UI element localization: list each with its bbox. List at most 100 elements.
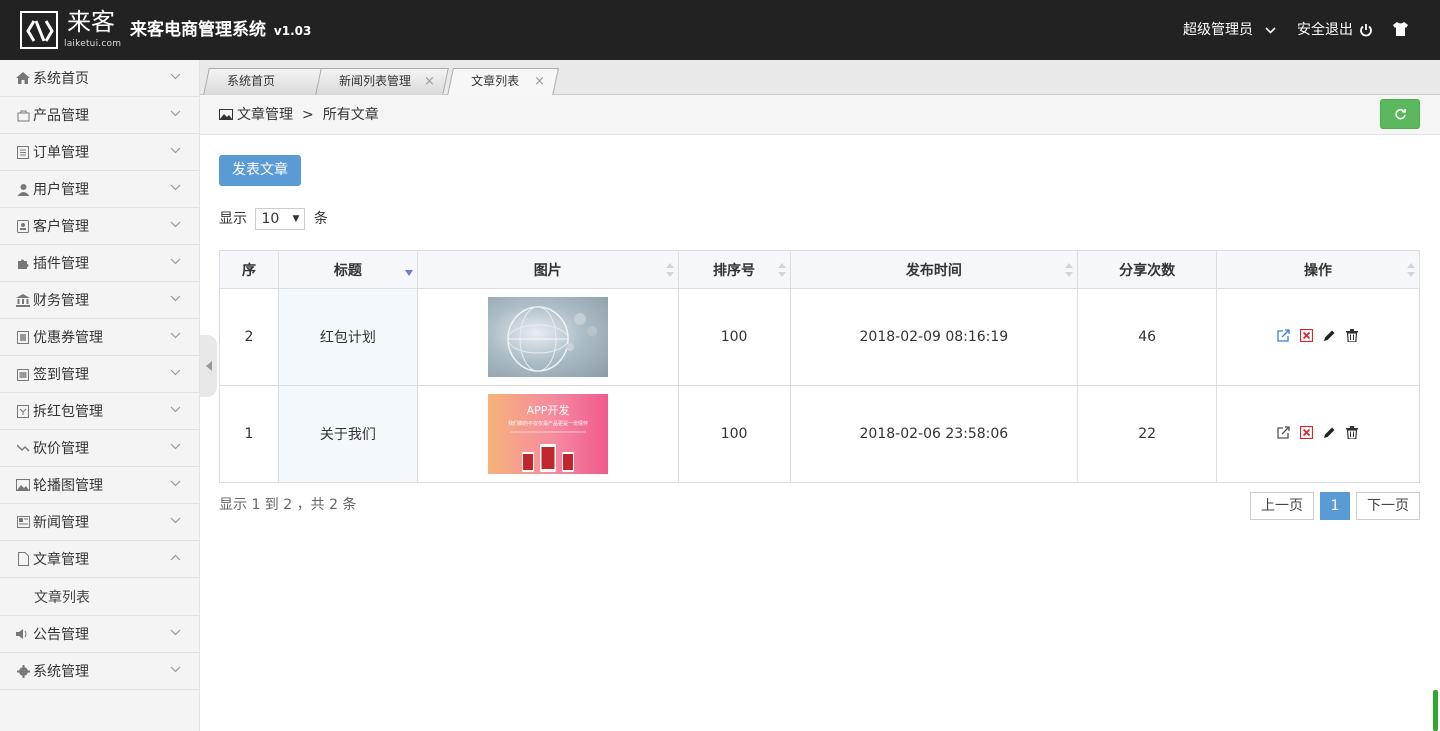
power-icon (1360, 24, 1373, 37)
sidebar-item-finance[interactable]: 财务管理 (0, 282, 199, 319)
sidebar-item-label: 公告管理 (33, 627, 89, 643)
chevron-down-icon (170, 221, 181, 228)
cell-sort: 100 (677, 288, 791, 386)
sort-desc-icon (404, 270, 413, 276)
sidebar-item-customers[interactable]: 客户管理 (0, 208, 199, 245)
share-icon[interactable] (1277, 328, 1290, 342)
sidebar-collapse-toggle[interactable] (200, 335, 217, 397)
sidebar-item-products[interactable]: 产品管理 (0, 97, 199, 134)
refresh-button[interactable] (1380, 99, 1420, 129)
breadcrumb-parent[interactable]: 文章管理 (237, 107, 293, 123)
sidebar-item-orders[interactable]: 订单管理 (0, 134, 199, 171)
page-length-select[interactable]: 10 ▼ (255, 208, 306, 230)
bank-icon (16, 293, 30, 307)
cell-shares: 22 (1077, 385, 1218, 483)
user-menu[interactable]: 超级管理员 (1183, 20, 1277, 40)
sidebar-item-news[interactable]: 新闻管理 (0, 504, 199, 541)
sort-icon (1065, 263, 1074, 277)
unpublish-icon[interactable] (1300, 425, 1314, 439)
tab-news-list[interactable]: 新闻列表管理 × (315, 68, 449, 95)
cell-id: 2 (219, 288, 279, 386)
tab-article-list[interactable]: 文章列表 × (447, 68, 559, 96)
column-header-image[interactable]: 图片 (416, 250, 679, 289)
sidebar-item-banner[interactable]: 轮播图管理 (0, 467, 199, 504)
news-icon (16, 515, 30, 529)
next-page-button[interactable]: 下一页 (1356, 492, 1420, 520)
column-header-label: 图片 (533, 262, 562, 279)
cell-title: 关于我们 (277, 385, 418, 483)
skin-icon[interactable] (1392, 22, 1409, 40)
sidebar-item-bargain[interactable]: 砍价管理 (0, 430, 199, 467)
publish-article-button[interactable]: 发表文章 (219, 155, 301, 186)
scrollbar-thumb[interactable] (1433, 690, 1438, 731)
sidebar-subitem-label: 文章列表 (34, 589, 90, 606)
chevron-left-icon (205, 361, 212, 371)
home-icon (16, 71, 30, 85)
column-header-label: 操作 (1304, 262, 1333, 279)
sidebar-item-checkin[interactable]: 签到管理 (0, 356, 199, 393)
logout-label: 安全退出 (1297, 22, 1353, 38)
column-header-sort[interactable]: 排序号 (677, 250, 791, 289)
trash-icon[interactable] (1346, 425, 1359, 439)
user-name: 超级管理员 (1183, 22, 1253, 38)
chevron-down-icon (170, 184, 181, 191)
column-header-time[interactable]: 发布时间 (789, 250, 1079, 289)
chevron-down-icon (170, 406, 181, 413)
chevron-down-icon (170, 147, 181, 154)
cell-image: APP开发 我们做的不仅仅是产品更是一份情怀 (416, 385, 679, 483)
article-thumbnail[interactable]: APP开发 我们做的不仅仅是产品更是一份情怀 (487, 394, 608, 474)
page-button-current[interactable]: 1 (1320, 492, 1350, 520)
tab-home[interactable]: 系统首页 (203, 68, 325, 95)
table-info: 显示 1 到 2 ，共 2 条 (219, 497, 357, 513)
column-header-label: 分享次数 (1119, 262, 1176, 279)
image-icon (16, 478, 30, 492)
sidebar-item-users[interactable]: 用户管理 (0, 171, 199, 208)
sidebar-item-notices[interactable]: 公告管理 (0, 616, 199, 653)
column-header-actions[interactable]: 操作 (1216, 250, 1420, 289)
redpacket-icon (16, 404, 30, 418)
system-version: v1.03 (273, 24, 312, 38)
unpublish-icon[interactable] (1300, 328, 1314, 342)
bargain-icon (16, 441, 30, 455)
article-thumbnail[interactable] (487, 297, 608, 377)
chevron-down-icon (170, 666, 181, 673)
list-icon (16, 145, 30, 159)
sidebar-item-articles[interactable]: 文章管理 (0, 541, 199, 578)
trash-icon[interactable] (1346, 328, 1359, 342)
chevron-down-icon (170, 258, 181, 265)
chevron-down-icon (170, 480, 181, 487)
sidebar-item-coupons[interactable]: 优惠券管理 (0, 319, 199, 356)
sidebar-item-home[interactable]: 系统首页 (0, 60, 199, 97)
sidebar: 系统首页 产品管理 订单管理 用户管理 客户管理 插件管理 财务管理 优惠券管理 (0, 60, 200, 731)
sidebar-item-label: 用户管理 (33, 182, 89, 198)
chevron-up-icon (170, 554, 181, 561)
table-header-row: 序 标题 图片 排序号 发布时间 分享次数 操作 (219, 250, 1420, 289)
coupon-icon (16, 330, 30, 344)
logout-button[interactable]: 安全退出 (1297, 20, 1373, 40)
share-icon[interactable] (1277, 425, 1290, 439)
sidebar-subitem-article-list[interactable]: 文章列表 (0, 578, 199, 616)
thumbnail-subtitle: 我们做的不仅仅是产品更是一份情怀 (508, 420, 588, 427)
sidebar-item-redpacket[interactable]: 拆红包管理 (0, 393, 199, 430)
speaker-icon (16, 627, 30, 641)
sort-icon (777, 263, 786, 277)
sidebar-item-system[interactable]: 系统管理 (0, 653, 199, 690)
image-icon (219, 109, 233, 120)
column-header-title[interactable]: 标题 (277, 250, 418, 289)
sidebar-item-label: 文章管理 (33, 552, 89, 568)
sidebar-item-label: 签到管理 (33, 367, 89, 383)
page-length-value: 10 (261, 211, 280, 227)
chevron-down-icon (170, 517, 181, 524)
edit-icon[interactable] (1323, 426, 1336, 439)
sidebar-item-label: 新闻管理 (33, 515, 89, 531)
sidebar-item-plugins[interactable]: 插件管理 (0, 245, 199, 282)
sidebar-item-label: 客户管理 (33, 219, 89, 235)
close-icon[interactable]: × (534, 69, 545, 94)
close-icon[interactable]: × (424, 69, 435, 94)
breadcrumb: 文章管理 > 所有文章 (200, 95, 1440, 135)
edit-icon[interactable] (1323, 329, 1336, 342)
article-table: 序 标题 图片 排序号 发布时间 分享次数 操作 2 红包计划 100 2018… (219, 250, 1420, 483)
cell-actions (1216, 288, 1420, 386)
prev-page-button[interactable]: 上一页 (1250, 492, 1314, 520)
column-header-label: 发布时间 (905, 262, 962, 279)
